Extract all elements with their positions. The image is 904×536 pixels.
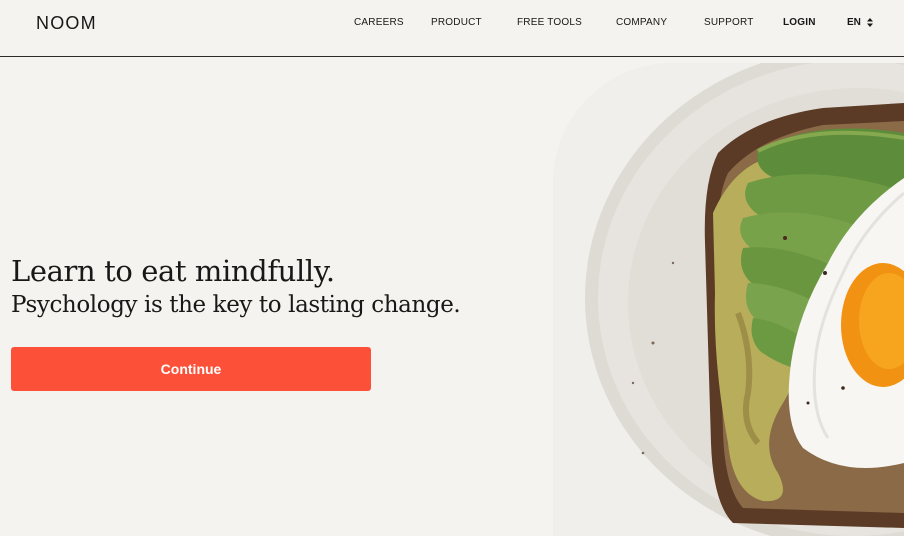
sort-arrows-icon: [866, 17, 873, 27]
nav-free-tools[interactable]: FREE TOOLS: [517, 17, 582, 28]
nav-login[interactable]: LOGIN: [783, 17, 816, 28]
language-label: EN: [847, 17, 861, 28]
hero-food-image: [553, 63, 904, 536]
hero-subheadline: Psychology is the key to lasting change.: [11, 292, 461, 318]
nav-support[interactable]: SUPPORT: [704, 17, 754, 28]
noom-logo[interactable]: NOOM: [36, 13, 97, 34]
nav-careers[interactable]: CAREERS: [354, 17, 404, 28]
hero-headline: Learn to eat mindfully.: [11, 254, 335, 288]
language-selector[interactable]: EN: [847, 17, 873, 28]
nav-company[interactable]: COMPANY: [616, 17, 667, 28]
nav-product[interactable]: PRODUCT: [431, 17, 482, 28]
site-header: NOOM CAREERS PRODUCT FREE TOOLS COMPANY …: [0, 0, 904, 57]
continue-button[interactable]: Continue: [11, 347, 371, 391]
